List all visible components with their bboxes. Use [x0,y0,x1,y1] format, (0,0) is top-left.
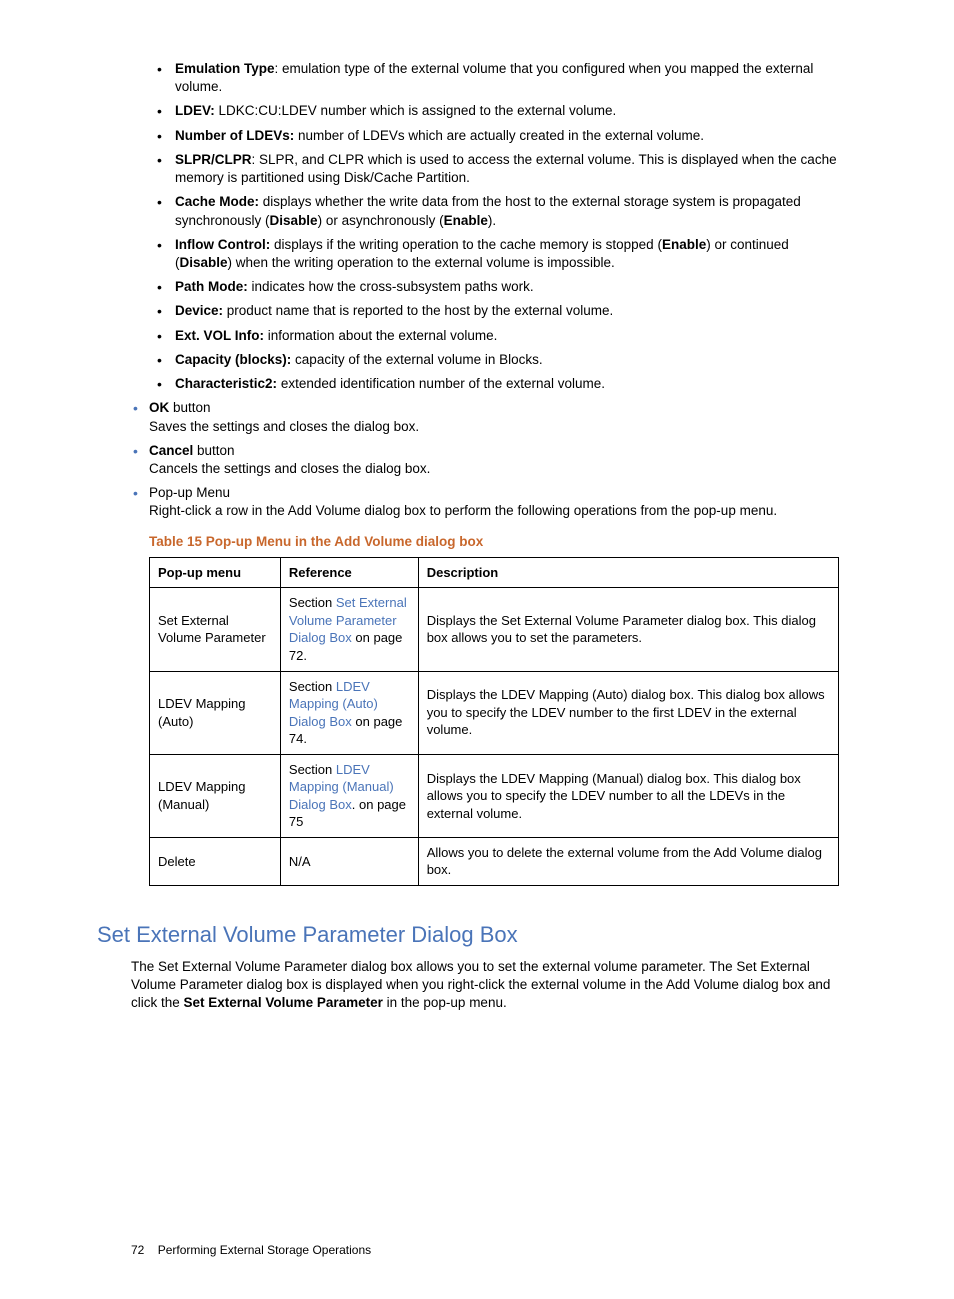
table-cell: LDEV Mapping (Manual) [150,754,281,837]
table-row: LDEV Mapping (Manual) Section LDEV Mappi… [150,754,839,837]
table-header: Pop-up menu [150,557,281,588]
section-heading: Set External Volume Parameter Dialog Box [97,920,839,950]
table-cell: N/A [280,837,418,885]
table-cell: Displays the Set External Volume Paramet… [418,588,838,671]
table-cell: Set External Volume Parameter [150,588,281,671]
list-item: Ext. VOL Info: information about the ext… [157,327,839,345]
list-item: LDEV: LDKC:CU:LDEV number which is assig… [157,102,839,120]
table-header: Description [418,557,838,588]
list-item: Emulation Type: emulation type of the ex… [157,60,839,96]
list-item: Inflow Control: displays if the writing … [157,236,839,272]
table-header: Reference [280,557,418,588]
table-caption: Table 15 Pop-up Menu in the Add Volume d… [149,533,839,551]
list-item: Characteristic2: extended identification… [157,375,839,393]
definition-list-inner: Emulation Type: emulation type of the ex… [115,60,839,393]
list-item: OK buttonSaves the settings and closes t… [133,399,839,435]
table-header-row: Pop-up menu Reference Description [150,557,839,588]
section-paragraph: The Set External Volume Parameter dialog… [131,958,839,1013]
list-item: Number of LDEVs: number of LDEVs which a… [157,127,839,145]
list-item: Cache Mode: displays whether the write d… [157,193,839,229]
table-row: LDEV Mapping (Auto) Section LDEV Mapping… [150,671,839,754]
table-cell: Section LDEV Mapping (Auto) Dialog Box o… [280,671,418,754]
table-row: Set External Volume Parameter Section Se… [150,588,839,671]
list-item: SLPR/CLPR: SLPR, and CLPR which is used … [157,151,839,187]
list-item: Pop-up MenuRight-click a row in the Add … [133,484,839,520]
list-item: Cancel buttonCancels the settings and cl… [133,442,839,478]
list-item: Capacity (blocks): capacity of the exter… [157,351,839,369]
page-number: 72 [131,1243,144,1257]
popup-menu-table: Pop-up menu Reference Description Set Ex… [149,557,839,886]
table-row: Delete N/A Allows you to delete the exte… [150,837,839,885]
page-footer: 72 Performing External Storage Operation… [131,1242,839,1258]
table-cell: Displays the LDEV Mapping (Auto) dialog … [418,671,838,754]
table-cell: Section Set External Volume Parameter Di… [280,588,418,671]
table-cell: LDEV Mapping (Auto) [150,671,281,754]
chapter-title: Performing External Storage Operations [158,1243,371,1257]
table-cell: Displays the LDEV Mapping (Manual) dialo… [418,754,838,837]
table-cell: Allows you to delete the external volume… [418,837,838,885]
list-item: Device: product name that is reported to… [157,302,839,320]
definition-list-outer: OK buttonSaves the settings and closes t… [115,399,839,520]
list-item: Path Mode: indicates how the cross-subsy… [157,278,839,296]
table-cell: Section LDEV Mapping (Manual) Dialog Box… [280,754,418,837]
table-cell: Delete [150,837,281,885]
